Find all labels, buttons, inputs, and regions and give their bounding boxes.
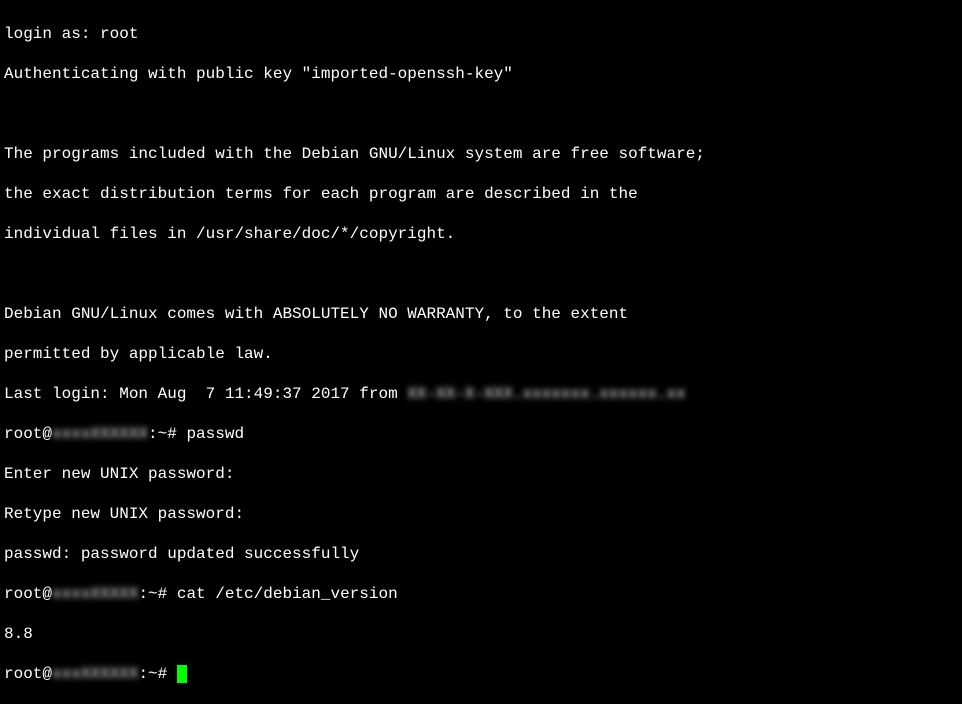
login-prompt-line: login as: root xyxy=(4,24,958,44)
motd-line-1: The programs included with the Debian GN… xyxy=(4,144,958,164)
prompt-line-1: root@xxxxXXXXXX:~# passwd xyxy=(4,424,958,444)
last-login-prefix: Last login: Mon Aug 7 11:49:37 2017 from xyxy=(4,385,407,403)
blank-line xyxy=(4,104,958,124)
blank-line xyxy=(4,264,958,284)
prompt-user: root@ xyxy=(4,665,52,683)
prompt-path: :~# xyxy=(148,425,186,443)
prompt-path: :~# xyxy=(138,665,176,683)
prompt-host-blurred: xxxxXXXXX xyxy=(52,584,138,604)
prompt-user: root@ xyxy=(4,425,52,443)
last-login-line: Last login: Mon Aug 7 11:49:37 2017 from… xyxy=(4,384,958,404)
prompt-path: :~# xyxy=(138,585,176,603)
passwd-retype-line: Retype new UNIX password: xyxy=(4,504,958,524)
command-passwd: passwd xyxy=(186,425,244,443)
last-login-host-blurred: XX-XX-X-XXX.xxxxxxx.xxxxxx.xx xyxy=(407,384,685,404)
motd-line-4: Debian GNU/Linux comes with ABSOLUTELY N… xyxy=(4,304,958,324)
motd-line-2: the exact distribution terms for each pr… xyxy=(4,184,958,204)
version-output: 8.8 xyxy=(4,624,958,644)
prompt-line-3: root@xxxXXXXXX:~# xyxy=(4,664,958,684)
cursor[interactable] xyxy=(177,665,187,683)
command-cat: cat /etc/debian_version xyxy=(177,585,398,603)
motd-line-3: individual files in /usr/share/doc/*/cop… xyxy=(4,224,958,244)
prompt-host-blurred: xxxxXXXXXX xyxy=(52,424,148,444)
prompt-user: root@ xyxy=(4,585,52,603)
terminal-output[interactable]: login as: root Authenticating with publi… xyxy=(4,4,958,704)
motd-line-5: permitted by applicable law. xyxy=(4,344,958,364)
passwd-enter-line: Enter new UNIX password: xyxy=(4,464,958,484)
passwd-success-line: passwd: password updated successfully xyxy=(4,544,958,564)
prompt-line-2: root@xxxxXXXXX:~# cat /etc/debian_versio… xyxy=(4,584,958,604)
prompt-host-blurred: xxxXXXXXX xyxy=(52,664,138,684)
auth-line: Authenticating with public key "imported… xyxy=(4,64,958,84)
